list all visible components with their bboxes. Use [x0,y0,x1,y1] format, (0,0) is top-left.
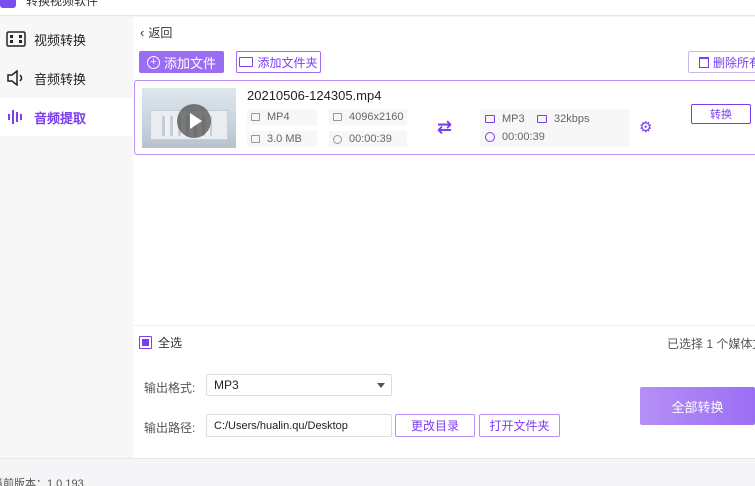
title-bar: 转换视频软件 [0,0,755,16]
plus-circle-icon: + [146,55,160,69]
app-title: 转换视频软件 [26,0,99,8]
speaker-icon [6,68,26,88]
delete-all-label: 删除所有 [713,55,755,70]
convert-button[interactable]: 转换 [691,104,751,124]
resolution-value: 4096x2160 [349,111,404,123]
trash-icon [699,56,709,68]
sidebar-item-audio-extract[interactable]: 音频提取 [0,98,133,136]
selected-count: 已选择 1 个媒体文件 [667,337,755,351]
back-label: 返回 [148,26,173,40]
bitrate-icon [536,114,548,124]
delete-all-button[interactable]: 删除所有 [688,51,755,73]
file-size: 3.0 MB [247,131,317,147]
app-logo-icon [0,0,16,8]
sidebar-item-label: 音频提取 [34,110,87,126]
settings-gear-icon[interactable]: ⚙ [639,118,652,136]
file-item-card[interactable]: 20210506-124305.mp4 MP4 4096x2160 3.0 MB… [134,80,755,155]
output-format-value: MP3 [502,113,525,125]
output-duration-value: 00:00:39 [502,131,545,143]
status-bar: 当前版本：1.0.193 [0,458,755,486]
main-panel: ‹ 返回 + 添加文件 添加文件夹 删除所有 20210506-124305.m… [133,17,755,458]
select-all-label: 全选 [158,336,183,350]
sidebar-item-audio-convert[interactable]: 音频转换 [0,59,133,97]
folder-icon [239,57,254,67]
duration: 00:00:39 [329,131,407,147]
input-format-value: MP4 [267,111,290,123]
chevron-down-icon [377,383,385,388]
output-path-input[interactable]: C:/Users/hualin.qu/Desktop [206,414,392,437]
add-folder-button[interactable]: 添加文件夹 [236,51,321,73]
output-format-selected: MP3 [214,378,239,392]
video-format-icon [484,114,496,124]
film-icon [6,29,26,49]
version-label: 当前版本：1.0.193 [0,478,84,486]
output-duration: 00:00:39 [482,129,545,145]
duration-value: 00:00:39 [349,133,392,145]
bitrate-value: 32kbps [554,113,590,125]
clock-icon [331,134,343,144]
output-path-label: 输出路径: [144,421,196,435]
convert-all-button[interactable]: 全部转换 [640,387,755,425]
clock-icon [484,132,496,142]
divider [133,325,755,326]
select-all-checkbox[interactable]: 全选 [139,334,182,351]
sidebar: 视频转换 音频转换 音频提取 [0,17,133,458]
change-directory-button[interactable]: 更改目录 [395,414,475,437]
output-format-select[interactable]: MP3 [206,374,392,396]
waveform-icon [6,107,26,127]
add-file-button[interactable]: + 添加文件 [139,51,224,73]
back-button[interactable]: ‹ 返回 [140,24,172,41]
output-format-label: 输出格式: [144,381,196,395]
checkbox-checked-icon[interactable] [139,336,152,349]
input-format: MP4 [247,109,317,125]
file-size-value: 3.0 MB [267,133,302,145]
bitrate: 32kbps [534,111,589,127]
convert-arrow-icon: ⇄ [437,117,453,137]
chevron-left-icon: ‹ [140,25,145,40]
file-name: 20210506-124305.mp4 [247,88,382,103]
sidebar-item-label: 音频转换 [34,71,87,87]
output-settings-box: MP3 32kbps 00:00:39 [480,109,630,147]
resolution: 4096x2160 [329,109,407,125]
video-format-icon [249,112,261,122]
resolution-icon [331,112,343,122]
play-icon[interactable] [177,104,211,138]
video-thumbnail[interactable] [142,88,236,148]
output-format: MP3 [482,111,525,127]
open-folder-button[interactable]: 打开文件夹 [479,414,560,437]
add-file-label: 添加文件 [163,55,216,71]
add-folder-label: 添加文件夹 [257,55,318,70]
sidebar-item-video-convert[interactable]: 视频转换 [0,20,133,58]
sidebar-item-label: 视频转换 [34,32,87,48]
folder-icon [249,134,261,144]
